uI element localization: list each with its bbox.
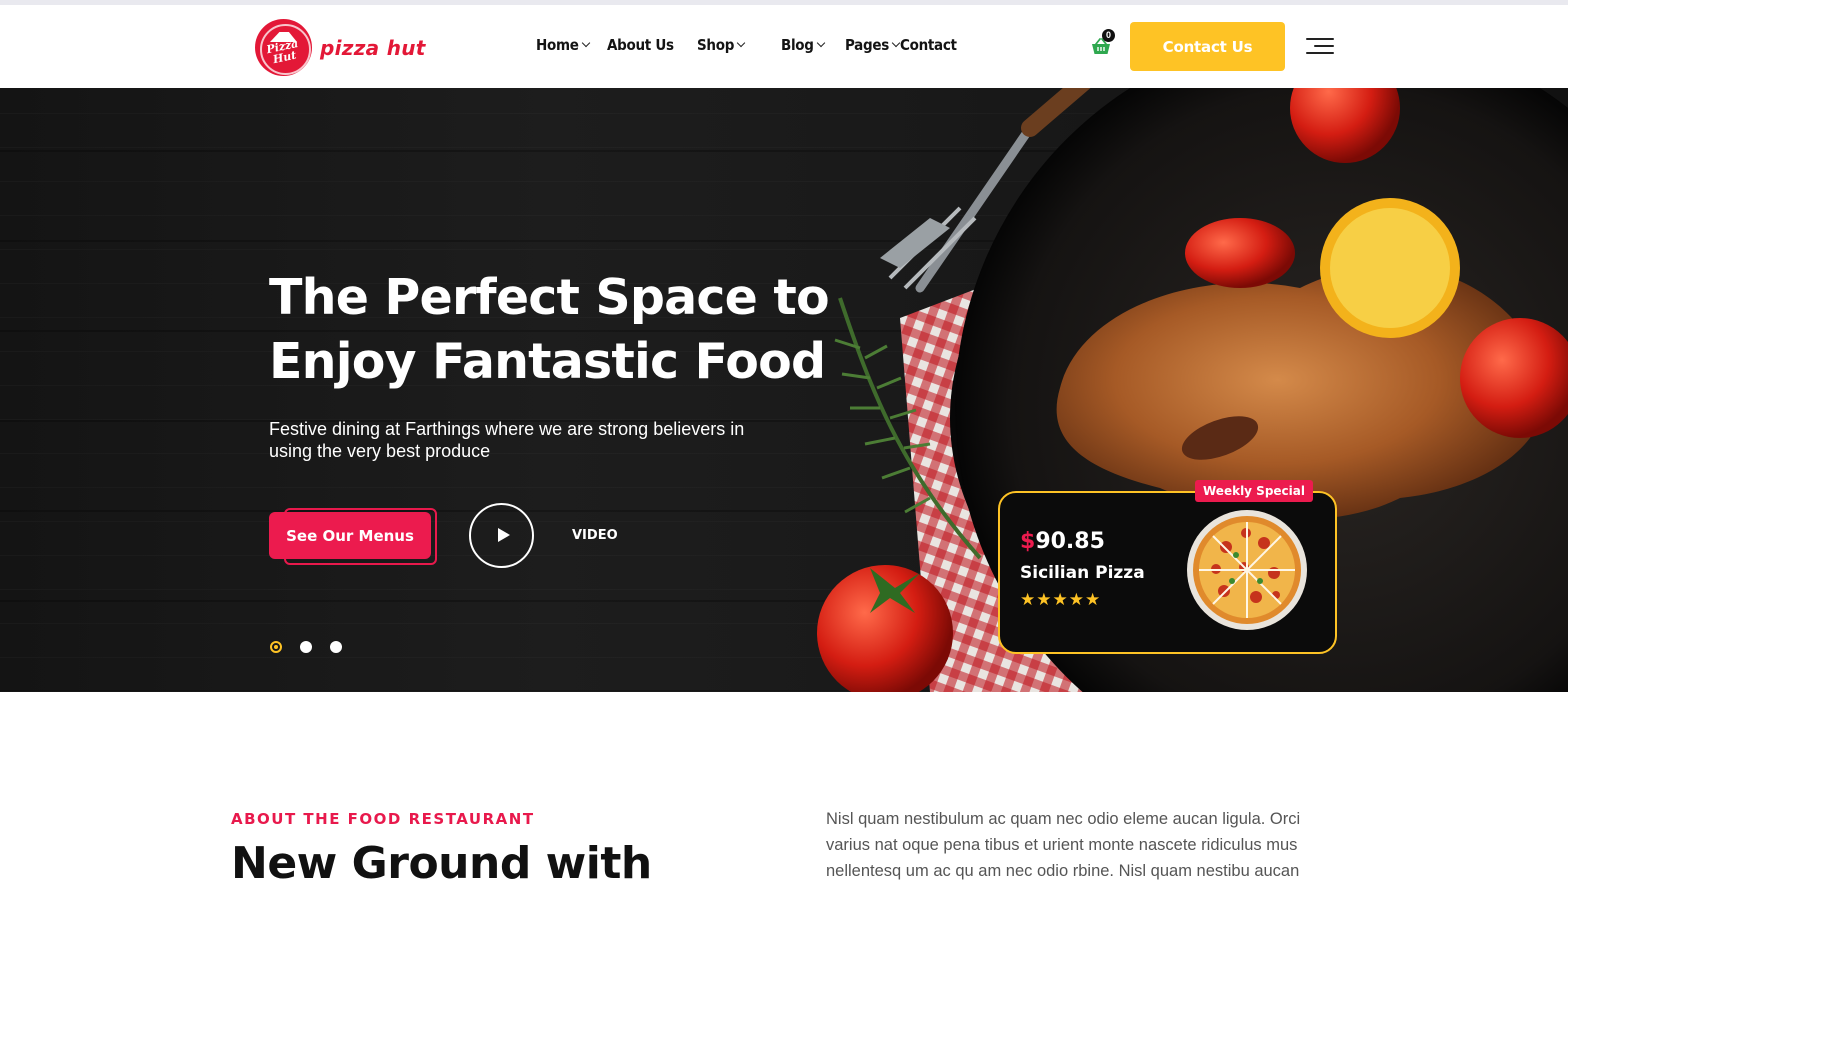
weekly-special-badge: Weekly Special xyxy=(1195,480,1313,502)
nav-shop-label: Shop xyxy=(697,36,735,54)
hero-title: The Perfect Space to Enjoy Fantastic Foo… xyxy=(269,266,869,394)
slider-dot-2[interactable] xyxy=(300,641,312,653)
play-video-button[interactable] xyxy=(469,503,534,568)
price-value: 90.85 xyxy=(1035,529,1105,554)
pizza-image xyxy=(1187,510,1307,630)
nav-pages[interactable]: Pages xyxy=(845,36,901,54)
site-header: Pizza Hut pizza hut Home About Us Shop B… xyxy=(0,5,1568,88)
star-rating: ★★★★★ xyxy=(1020,590,1102,609)
chevron-down-icon xyxy=(581,38,590,48)
hero-title-line-1: The Perfect Space to xyxy=(269,269,830,326)
see-our-menus-button[interactable]: See Our Menus xyxy=(269,512,431,559)
nav-about-us-label: About Us xyxy=(607,36,674,54)
hero-subtitle: Festive dining at Farthings where we are… xyxy=(269,419,745,461)
nav-contact-label: Contact xyxy=(900,36,957,54)
nav-about-us[interactable]: About Us xyxy=(607,36,674,54)
about-title: New Ground with xyxy=(231,838,652,889)
play-icon xyxy=(498,528,510,542)
currency-symbol: $ xyxy=(1020,529,1036,554)
slider-dot-3[interactable] xyxy=(330,641,342,653)
nav-home-label: Home xyxy=(536,36,579,54)
chevron-down-icon xyxy=(891,38,901,48)
nav-blog[interactable]: Blog xyxy=(781,36,825,54)
special-price: $90.85 xyxy=(1020,529,1105,554)
chevron-down-icon xyxy=(736,38,746,48)
chevron-down-icon xyxy=(816,38,825,48)
hamburger-menu-icon[interactable] xyxy=(1306,38,1334,54)
cart-count-badge: 0 xyxy=(1102,29,1115,42)
nav-pages-label: Pages xyxy=(845,36,889,54)
about-description: Nisl quam nestibulum ac quam nec odio el… xyxy=(826,810,1301,880)
about-eyebrow: ABOUT THE FOOD RESTAURANT xyxy=(231,810,535,828)
nav-blog-label: Blog xyxy=(781,36,814,54)
contact-us-button[interactable]: Contact Us xyxy=(1130,22,1285,71)
nav-contact[interactable]: Contact xyxy=(900,36,957,54)
nav-home[interactable]: Home xyxy=(536,36,590,54)
slider-dot-1[interactable] xyxy=(270,641,282,653)
hero-title-line-2: Enjoy Fantastic Food xyxy=(269,333,826,390)
special-item-name: Sicilian Pizza xyxy=(1020,563,1145,583)
nav-shop[interactable]: Shop xyxy=(697,36,746,54)
video-label[interactable]: VIDEO xyxy=(572,528,618,543)
